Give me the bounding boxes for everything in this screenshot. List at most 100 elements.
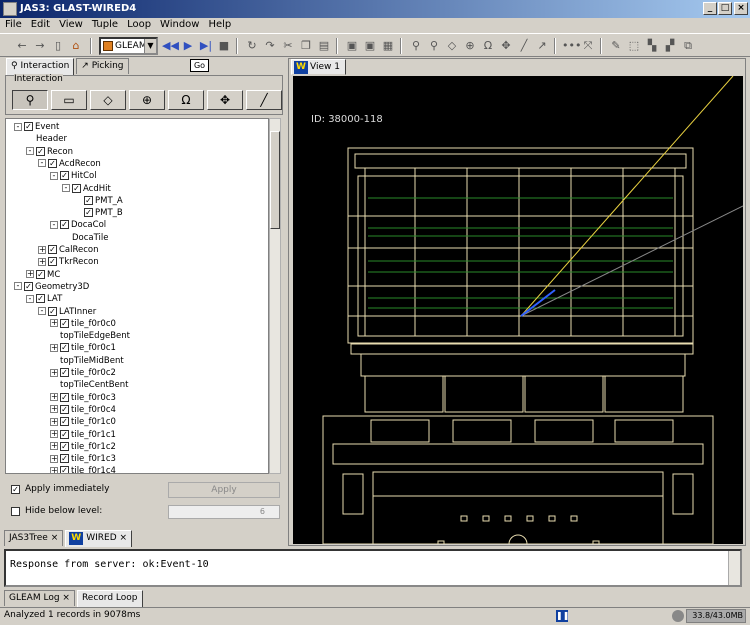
tree-expander-icon[interactable]: +: [50, 343, 58, 352]
tree-node[interactable]: + ✓ tile_f0r0c3: [50, 392, 116, 404]
tree-node[interactable]: ✓ PMT_A: [74, 195, 123, 207]
tree-expander-icon[interactable]: -: [50, 171, 58, 180]
paste-icon[interactable]: ▤: [316, 38, 332, 54]
tab-interaction[interactable]: ⚲ Interaction: [6, 58, 75, 75]
tree-node[interactable]: - ✓ Geometry3D: [14, 281, 89, 293]
tree-expander-icon[interactable]: -: [62, 184, 70, 192]
tab-picking[interactable]: ↗ Picking: [76, 58, 129, 74]
tree-expander-icon[interactable]: +: [50, 454, 58, 463]
hide-level-spinner[interactable]: 6: [168, 505, 280, 519]
tree-expander-icon[interactable]: -: [50, 220, 58, 229]
tree-node[interactable]: - ✓ LAT: [26, 293, 62, 305]
redo-icon[interactable]: ↷: [262, 38, 278, 54]
tree-node[interactable]: - ✓ AcdHit: [62, 183, 111, 195]
tree-node[interactable]: - ✓ AcdRecon: [38, 158, 101, 170]
tree-node-checkbox[interactable]: ✓: [84, 208, 93, 218]
rewind-icon[interactable]: ◀◀: [162, 38, 179, 54]
fit-icon[interactable]: ⤧: [580, 38, 596, 54]
tree-node[interactable]: + ✓ tile_f0r1c3: [50, 453, 116, 465]
menu-view[interactable]: View: [54, 18, 87, 32]
dots-icon[interactable]: •••: [562, 38, 581, 54]
step-icon[interactable]: ▶|: [198, 38, 214, 54]
tree-node[interactable]: + ✓ TkrRecon: [38, 256, 99, 268]
tree-node-checkbox[interactable]: ✓: [60, 441, 69, 451]
tool-magnify-button[interactable]: ⚲: [12, 90, 48, 110]
tool-loop-button[interactable]: Ω: [168, 90, 204, 110]
pause-icon[interactable]: ❚❚: [556, 610, 569, 622]
menu-help[interactable]: Help: [203, 18, 235, 32]
hide-below-checkbox[interactable]: [11, 507, 20, 516]
tree-scrollbar[interactable]: [269, 118, 281, 474]
tab-wired[interactable]: W WIRED ×: [65, 530, 133, 547]
scroll-thumb[interactable]: [270, 131, 280, 229]
line-icon[interactable]: ╱: [516, 38, 532, 54]
tree-expander-icon[interactable]: -: [38, 307, 46, 315]
move-icon[interactable]: ✥: [498, 38, 514, 54]
tree-expander-icon[interactable]: +: [38, 257, 46, 266]
tree-expander-icon[interactable]: +: [50, 405, 58, 414]
tree-node-checkbox[interactable]: ✓: [48, 257, 57, 267]
tree-node[interactable]: + ✓ CalRecon: [38, 244, 99, 256]
tree-node[interactable]: - ✓ DocaCol: [50, 219, 106, 231]
tree-node[interactable]: + ✓ tile_f0r1c1: [50, 429, 116, 441]
tree-node[interactable]: + ✓ tile_f0r0c1: [50, 342, 116, 354]
tree-node[interactable]: + ✓ tile_f0r1c2: [50, 441, 116, 453]
tree-node-checkbox[interactable]: ✓: [48, 245, 57, 254]
print-icon[interactable]: ▦: [380, 38, 396, 54]
tree-node-checkbox[interactable]: ✓: [84, 195, 93, 205]
tree-node-checkbox[interactable]: ✓: [60, 454, 69, 464]
tree-expander-icon[interactable]: -: [26, 294, 34, 303]
tree-node[interactable]: - ✓ HitCol: [50, 170, 97, 182]
tab-gleam-log[interactable]: GLEAM Log ×: [4, 590, 75, 606]
tree-node-checkbox[interactable]: ✓: [60, 220, 69, 230]
scene-tree[interactable]: - ✓ Event Header - ✓ Recon - ✓ AcdRecon - ✓ HitCol - ✓…: [5, 118, 269, 474]
shape-icon[interactable]: ⬚: [626, 38, 642, 54]
menu-tuple[interactable]: Tuple: [87, 18, 122, 32]
pen-icon[interactable]: ✎: [608, 38, 624, 54]
tree-expander-icon[interactable]: +: [50, 466, 58, 473]
cut-icon[interactable]: ✂: [280, 38, 296, 54]
document-icon[interactable]: ▯: [50, 38, 66, 54]
console-output[interactable]: Response from server: ok:Event-10: [4, 549, 742, 587]
tree-expander-icon[interactable]: -: [14, 122, 22, 131]
minimize-button[interactable]: _: [703, 2, 717, 15]
tree-node[interactable]: topTileEdgeBent: [50, 330, 130, 342]
tool-icon[interactable]: ⧉: [680, 38, 696, 54]
tree-node-checkbox[interactable]: ✓: [60, 368, 69, 377]
tool-rotate-button[interactable]: ◇: [90, 90, 126, 110]
copy-icon[interactable]: ❐: [298, 38, 314, 54]
tree-node[interactable]: DocaTile: [62, 232, 109, 244]
zoom-icon[interactable]: ⚲: [408, 38, 424, 54]
tree-node-checkbox[interactable]: ✓: [24, 122, 33, 131]
console-scrollbar[interactable]: [728, 551, 740, 585]
tree-expander-icon[interactable]: -: [14, 282, 22, 291]
tool-move-button[interactable]: ✥: [207, 90, 243, 110]
tool-globe-button[interactable]: ⊕: [129, 90, 165, 110]
tree-node-checkbox[interactable]: ✓: [72, 183, 81, 193]
tree-node-checkbox[interactable]: ✓: [60, 392, 69, 402]
data-source-combo[interactable]: GLEAM ▼: [99, 37, 158, 55]
home-icon[interactable]: ⌂: [68, 38, 84, 54]
apply-immediately-checkbox[interactable]: ✓: [11, 485, 20, 494]
tree-node[interactable]: + ✓ tile_f0r0c2: [50, 367, 116, 379]
tree-expander-icon[interactable]: +: [50, 368, 58, 377]
tree-expander-icon[interactable]: +: [50, 417, 58, 426]
globe-icon[interactable]: ⊕: [462, 38, 478, 54]
rotate-icon[interactable]: ◇: [444, 38, 460, 54]
tool-rectangle-button[interactable]: ▭: [51, 90, 87, 110]
tree-expander-icon[interactable]: +: [50, 442, 58, 451]
back-icon[interactable]: ←: [14, 38, 30, 54]
save-all-icon[interactable]: ▣: [362, 38, 378, 54]
tree-node[interactable]: + ✓ tile_f0r0c0: [50, 318, 116, 330]
tree-node[interactable]: topTileMidBent: [50, 355, 124, 367]
apply-button[interactable]: Apply: [168, 482, 280, 498]
tab-record-loop[interactable]: Record Loop: [76, 590, 143, 607]
layers-icon[interactable]: ▞: [662, 38, 678, 54]
grid-icon[interactable]: ▚: [644, 38, 660, 54]
tree-node[interactable]: - ✓ Event: [14, 121, 59, 133]
tree-node-checkbox[interactable]: ✓: [24, 281, 33, 291]
tree-node[interactable]: - ✓ Recon: [26, 146, 73, 158]
memory-indicator[interactable]: 33.8/43.0MB: [686, 609, 746, 623]
close-button[interactable]: ×: [734, 2, 748, 15]
tab-jas3tree[interactable]: JAS3Tree ×: [4, 530, 64, 546]
